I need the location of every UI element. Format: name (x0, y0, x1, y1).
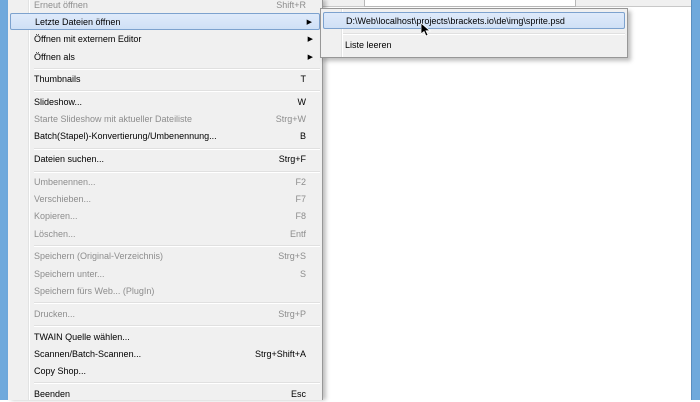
menu-item-label: Öffnen als (34, 51, 75, 62)
menu-item-label: Starte Slideshow mit aktueller Dateilist… (34, 113, 193, 124)
recent-file-item[interactable]: D:\Web\localhost\projects\brackets.io\de… (323, 12, 625, 29)
menu-item-shortcut: F2 (295, 176, 306, 187)
menu-item-label: Letzte Dateien öffnen (35, 16, 121, 27)
menu-item-move[interactable]: Verschieben... F7 (10, 190, 320, 207)
clear-list-item[interactable]: Liste leeren (323, 36, 625, 53)
menu-item-label: Copy Shop... (34, 365, 87, 376)
menu-item-label: Speichern (Original-Verzeichnis) (34, 250, 164, 261)
menu-item-delete[interactable]: Löschen... Entf (10, 225, 320, 242)
menu-item-thumbnails[interactable]: Thumbnails T (10, 70, 320, 87)
menu-item-shortcut: S (299, 268, 306, 279)
menu-item-label: Erneut öffnen (34, 0, 88, 10)
menu-separator (34, 90, 320, 92)
menu-item-save-for-web[interactable]: Speichern fürs Web... (PlugIn) (10, 282, 320, 299)
menu-item-shortcut: Strg+P (278, 308, 306, 319)
menu-item-label: Beenden (34, 388, 71, 399)
menu-separator (34, 325, 320, 327)
menu-item-open-external-editor[interactable]: Öffnen mit externem Editor ▶ (10, 30, 320, 47)
menu-item-scan[interactable]: Scannen/Batch-Scannen... Strg+Shift+A (10, 345, 320, 362)
menu-item-save-as[interactable]: Speichern unter... S (10, 265, 320, 282)
menu-item-label: Thumbnails (34, 73, 81, 84)
menu-item-label: Dateien suchen... (34, 153, 105, 164)
menu-item-label: Öffnen mit externem Editor (34, 33, 142, 44)
menu-item-twain-source[interactable]: TWAIN Quelle wählen... (10, 328, 320, 345)
menu-item-label: Umbenennen... (34, 176, 96, 187)
menu-item-shortcut: Entf (289, 228, 306, 239)
menu-item-shortcut: Strg+F (278, 153, 306, 164)
menu-item-copy-shop[interactable]: Copy Shop... (10, 362, 320, 379)
menu-item-rename[interactable]: Umbenennen... F2 (10, 173, 320, 190)
menu-item-shortcut: F8 (295, 210, 306, 221)
menu-separator (34, 302, 320, 304)
menu-item-label: Speichern unter... (34, 268, 105, 279)
toolbar-field[interactable] (364, 0, 576, 7)
submenu-arrow-icon: ▶ (307, 53, 313, 61)
menu-item-shortcut: Shift+R (276, 0, 306, 10)
menu-item-label: Scannen/Batch-Scannen... (34, 348, 142, 359)
mouse-cursor-icon (421, 23, 431, 37)
menu-separator (34, 382, 320, 384)
menu-item-copy[interactable]: Kopieren... F8 (10, 207, 320, 224)
menu-item-recent-files[interactable]: Letzte Dateien öffnen ▶ (10, 13, 320, 30)
menu-item-start-slideshow-list[interactable]: Starte Slideshow mit aktueller Dateilist… (10, 110, 320, 127)
menu-item-reopen[interactable]: Erneut öffnen Shift+R (10, 0, 320, 13)
menu-item-find-files[interactable]: Dateien suchen... Strg+F (10, 150, 320, 167)
menu-item-shortcut: B (299, 130, 306, 141)
menu-item-label: Speichern fürs Web... (PlugIn) (34, 285, 155, 296)
menu-item-shortcut: Strg+S (278, 250, 306, 261)
menu-item-shortcut: Strg+Shift+A (254, 348, 306, 359)
submenu-arrow-icon: ▶ (307, 35, 313, 43)
menu-item-label: Slideshow... (34, 96, 83, 107)
menu-item-print[interactable]: Drucken... Strg+P (10, 305, 320, 322)
menu-item-open-as[interactable]: Öffnen als ▶ (10, 48, 320, 65)
menu-item-label: TWAIN Quelle wählen... (34, 331, 130, 342)
menu-item-label: Verschieben... (34, 193, 92, 204)
menu-item-label: Liste leeren (345, 39, 392, 50)
menu-item-batch-convert[interactable]: Batch(Stapel)-Konvertierung/Umbenennung.… (10, 127, 320, 144)
menu-item-shortcut: Esc (290, 388, 306, 399)
menu-item-label: Batch(Stapel)-Konvertierung/Umbenennung.… (34, 130, 217, 141)
menu-item-slideshow[interactable]: Slideshow... W (10, 93, 320, 110)
menu-item-shortcut: T (300, 73, 307, 84)
menu-item-shortcut: F7 (295, 193, 306, 204)
menu-item-shortcut: Strg+W (275, 113, 306, 124)
submenu-arrow-icon: ▶ (306, 18, 312, 26)
menu-item-exit[interactable]: Beenden Esc (10, 385, 320, 402)
menu-item-label: Drucken... (34, 308, 76, 319)
menu-item-save-original[interactable]: Speichern (Original-Verzeichnis) Strg+S (10, 247, 320, 264)
menu-item-label: Löschen... (34, 228, 76, 239)
menu-separator (343, 33, 625, 35)
menu-item-shortcut: W (297, 96, 307, 107)
recent-file-path: D:\Web\localhost\projects\brackets.io\de… (346, 15, 565, 26)
menu-item-label: Kopieren... (34, 210, 78, 221)
window-frame-right (691, 0, 700, 400)
file-menu: Erneut öffnen Shift+R Letzte Dateien öff… (8, 0, 323, 400)
recent-files-submenu: D:\Web\localhost\projects\brackets.io\de… (320, 8, 628, 58)
